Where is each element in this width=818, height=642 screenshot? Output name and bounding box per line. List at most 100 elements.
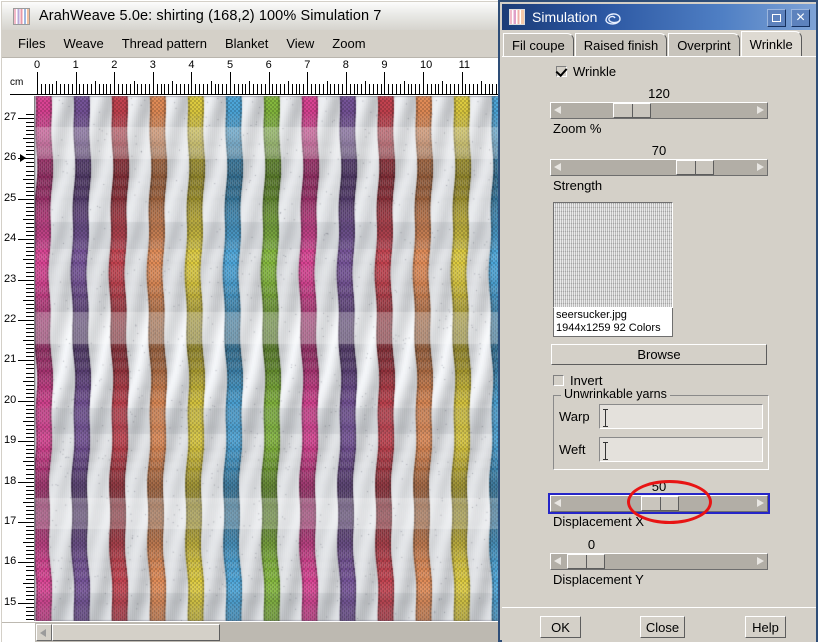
ruler-tick: [23, 138, 34, 139]
ruler-tick: [18, 320, 34, 321]
ruler-tick-label: 19: [4, 434, 16, 446]
ruler-tick: [26, 175, 34, 176]
ruler-tick: [18, 280, 34, 281]
simulation-dialog-footer: OK Close Help: [502, 607, 816, 642]
menu-zoom[interactable]: Zoom: [323, 33, 374, 54]
ruler-tick: [26, 437, 34, 438]
ruler-tick: [18, 199, 34, 200]
menu-thread-pattern[interactable]: Thread pattern: [113, 33, 216, 54]
close-button[interactable]: Close: [640, 616, 685, 638]
ruler-tick: [26, 490, 34, 491]
ruler-tick: [26, 397, 34, 398]
tab-fil-coupe[interactable]: Fil coupe: [503, 33, 574, 57]
fabric-weave-render[interactable]: [35, 96, 500, 621]
simulation-titlebar: Simulation: [502, 4, 816, 30]
ruler-tick: [481, 81, 482, 95]
displacement-y-slider-thumb[interactable]: [567, 554, 605, 569]
ruler-tick: [26, 595, 34, 596]
text-caret-icon: [603, 409, 608, 427]
invert-checkbox-row[interactable]: Invert: [553, 373, 816, 388]
displacement-x-slider[interactable]: [550, 495, 768, 512]
slider-right-arrow-icon[interactable]: [752, 160, 767, 175]
texture-preview[interactable]: seersucker.jpg 1944x1259 92 Colors: [553, 202, 673, 337]
slider-left-arrow-icon[interactable]: [551, 103, 566, 118]
slider-left-arrow-icon[interactable]: [551, 160, 566, 175]
strength-slider-value: 70: [502, 142, 816, 159]
ruler-tick: [23, 219, 34, 220]
unwrinkable-yarns-legend: Unwrinkable yarns: [561, 387, 670, 401]
ruler-tick: [26, 570, 34, 571]
tab-raised-finish[interactable]: Raised finish: [575, 33, 667, 57]
displacement-y-slider-block: 0 Displacement Y: [502, 536, 816, 587]
invert-checkbox-label: Invert: [570, 373, 603, 388]
tab-wrinkle[interactable]: Wrinkle: [741, 31, 802, 57]
ruler-tick: [26, 615, 34, 616]
ruler-tick: [26, 332, 34, 333]
wrinkle-checkbox[interactable]: [556, 66, 567, 77]
slider-right-arrow-icon[interactable]: [752, 554, 767, 569]
ruler-tick: [26, 619, 34, 620]
displacement-x-slider-thumb[interactable]: [641, 496, 679, 511]
invert-checkbox[interactable]: [553, 375, 564, 386]
ruler-tick: [26, 142, 34, 143]
strength-slider[interactable]: [550, 159, 768, 176]
tab-overprint[interactable]: Overprint: [668, 33, 739, 57]
slider-right-arrow-icon[interactable]: [752, 103, 767, 118]
ruler-tick: [26, 348, 34, 349]
slider-right-arrow-icon[interactable]: [752, 496, 767, 511]
ruler-tick: [134, 81, 135, 95]
warp-field-row: Warp: [559, 404, 763, 429]
horizontal-ruler: cm 0 1 2 3 4 5 6 7 8 9 10 11: [2, 58, 499, 96]
ruler-tick: [26, 506, 34, 507]
ruler-tick: [26, 122, 34, 123]
ruler-tick-label: 21: [4, 353, 16, 365]
main-horizontal-scrollbar[interactable]: [2, 621, 499, 642]
zoom-slider-thumb[interactable]: [613, 103, 651, 118]
ruler-tick: [26, 368, 34, 369]
ruler-tick: [26, 587, 34, 588]
weft-input[interactable]: [599, 437, 763, 462]
scrollbar-corner: [2, 623, 35, 642]
ruler-tick: [26, 328, 34, 329]
fabric-simulation-canvas[interactable]: [34, 96, 500, 621]
displacement-y-slider[interactable]: [550, 553, 768, 570]
ruler-tick: [26, 344, 34, 345]
slider-left-arrow-icon[interactable]: [551, 554, 566, 569]
ruler-tick: [26, 231, 34, 232]
ok-button[interactable]: OK: [540, 616, 581, 638]
ruler-tick: [26, 223, 34, 224]
ruler-tick: [26, 445, 34, 446]
menu-blanket[interactable]: Blanket: [216, 33, 277, 54]
ruler-tick: [26, 425, 34, 426]
ruler-tick-label: 27: [4, 111, 16, 123]
scrollbar-thumb[interactable]: [52, 624, 220, 641]
ruler-tick: [404, 81, 405, 95]
slider-left-arrow-icon[interactable]: [551, 496, 566, 511]
close-icon[interactable]: [791, 9, 810, 27]
browse-button[interactable]: Browse: [551, 344, 767, 365]
main-titlebar: ArahWeave 5.0e: shirting (168,2) 100% Si…: [2, 2, 499, 31]
displacement-y-slider-value: 0: [502, 536, 816, 553]
menu-weave[interactable]: Weave: [54, 33, 112, 54]
zoom-slider[interactable]: [550, 102, 768, 119]
scroll-left-arrow-icon[interactable]: [36, 624, 52, 641]
menu-files[interactable]: Files: [9, 33, 54, 54]
strength-slider-thumb[interactable]: [676, 160, 714, 175]
texture-preview-image[interactable]: [553, 202, 673, 308]
ruler-tick: [26, 510, 34, 511]
ruler-tick: [191, 72, 192, 95]
ruler-tick: [18, 562, 34, 563]
maximize-icon[interactable]: [767, 9, 786, 27]
ruler-tick: [462, 72, 463, 95]
warp-label: Warp: [559, 409, 599, 424]
ruler-tick: [26, 449, 34, 450]
menu-view[interactable]: View: [277, 33, 323, 54]
warp-input[interactable]: [599, 404, 763, 429]
ruler-tick: [26, 154, 34, 155]
wrinkle-checkbox-row[interactable]: Wrinkle: [556, 64, 816, 79]
help-button[interactable]: Help: [745, 616, 786, 638]
ruler-tick-label: 22: [4, 313, 16, 325]
ruler-tick: [26, 211, 34, 212]
ruler-tick: [346, 72, 347, 95]
ruler-tick-label: 8: [343, 59, 349, 71]
